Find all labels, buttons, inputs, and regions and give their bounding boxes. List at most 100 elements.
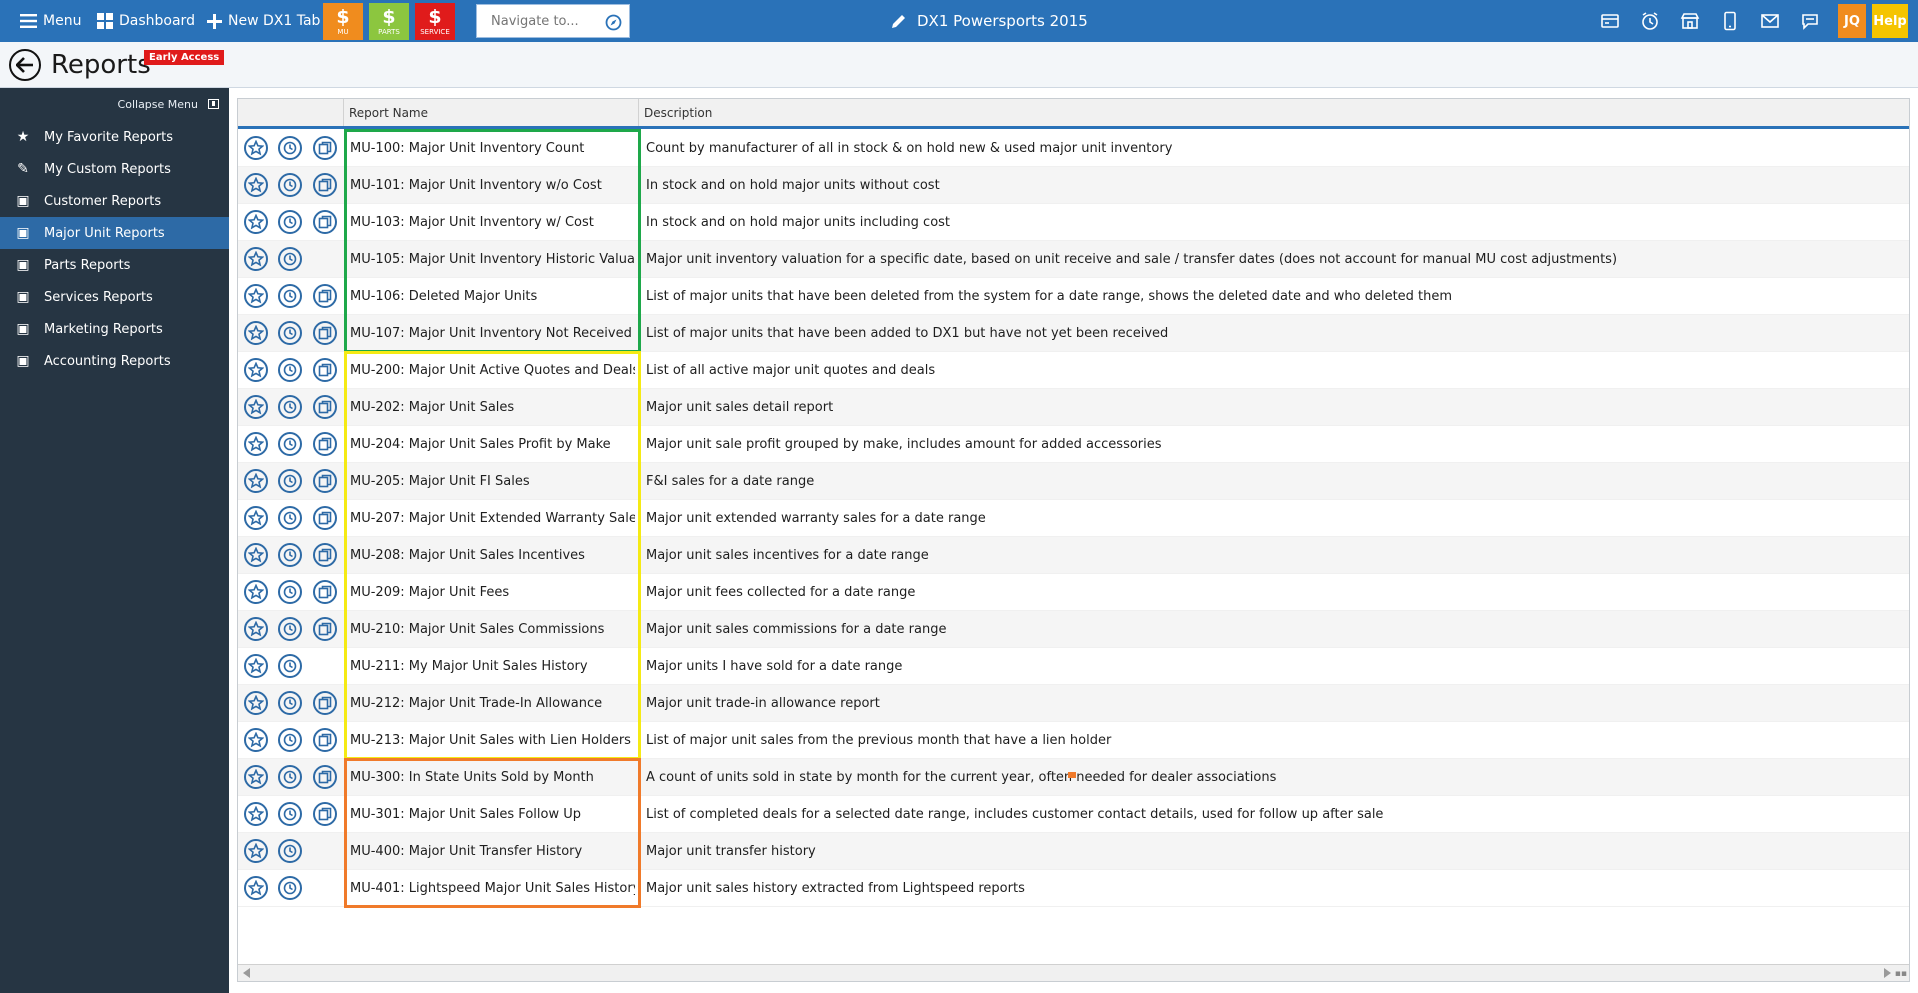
sidebar-item-accounting-reports[interactable]: ▣ Accounting Reports [0, 345, 229, 377]
alarm-clock-icon[interactable] [1640, 11, 1660, 31]
report-name-column-header[interactable]: Report Name [344, 99, 639, 126]
favorite-star-icon[interactable] [244, 173, 268, 197]
report-name-cell[interactable]: MU-211: My Major Unit Sales History [350, 648, 635, 685]
schedule-clock-icon[interactable] [278, 432, 302, 456]
report-name-cell[interactable]: MU-101: Major Unit Inventory w/o Cost [350, 167, 635, 204]
new-tab-button[interactable]: New DX1 Tab [207, 0, 320, 42]
favorite-star-icon[interactable] [244, 654, 268, 678]
table-row[interactable]: MU-210: Major Unit Sales Commissions Majo… [238, 611, 1909, 648]
copy-report-icon[interactable] [313, 802, 337, 826]
report-name-cell[interactable]: MU-204: Major Unit Sales Profit by Make [350, 426, 635, 463]
table-row[interactable]: MU-401: Lightspeed Major Unit Sales Hist… [238, 870, 1909, 907]
schedule-clock-icon[interactable] [278, 765, 302, 789]
schedule-clock-icon[interactable] [278, 136, 302, 160]
table-row[interactable]: MU-211: My Major Unit Sales History Major… [238, 648, 1909, 685]
app-parts-button[interactable]: $ PARTS [369, 3, 409, 40]
schedule-clock-icon[interactable] [278, 543, 302, 567]
scroll-right-arrow-icon[interactable] [1884, 968, 1891, 978]
table-row[interactable]: MU-209: Major Unit Fees Major unit fees c… [238, 574, 1909, 611]
sidebar-item-my-custom-reports[interactable]: ✎ My Custom Reports [0, 153, 229, 185]
report-name-cell[interactable]: MU-205: Major Unit FI Sales [350, 463, 635, 500]
report-name-cell[interactable]: MU-105: Major Unit Inventory Historic Va… [350, 241, 635, 278]
report-name-cell[interactable]: MU-212: Major Unit Trade-In Allowance [350, 685, 635, 722]
report-name-cell[interactable]: MU-209: Major Unit Fees [350, 574, 635, 611]
favorite-star-icon[interactable] [244, 247, 268, 271]
chat-icon[interactable] [1800, 11, 1820, 31]
favorite-star-icon[interactable] [244, 580, 268, 604]
report-name-cell[interactable]: MU-202: Major Unit Sales [350, 389, 635, 426]
report-name-cell[interactable]: MU-400: Major Unit Transfer History [350, 833, 635, 870]
table-row[interactable]: MU-301: Major Unit Sales Follow Up List o… [238, 796, 1909, 833]
favorite-star-icon[interactable] [244, 728, 268, 752]
horizontal-scrollbar[interactable]: ▪▪ [238, 964, 1909, 981]
schedule-clock-icon[interactable] [278, 728, 302, 752]
back-button[interactable] [9, 49, 41, 81]
favorite-star-icon[interactable] [244, 210, 268, 234]
copy-report-icon[interactable] [313, 469, 337, 493]
report-name-cell[interactable]: MU-300: In State Units Sold by Month [350, 759, 635, 796]
copy-report-icon[interactable] [313, 210, 337, 234]
copy-report-icon[interactable] [313, 321, 337, 345]
register-icon[interactable] [1600, 11, 1620, 31]
report-name-cell[interactable]: MU-208: Major Unit Sales Incentives [350, 537, 635, 574]
report-name-cell[interactable]: MU-401: Lightspeed Major Unit Sales Hist… [350, 870, 635, 907]
mobile-phone-icon[interactable] [1720, 11, 1740, 31]
schedule-clock-icon[interactable] [278, 210, 302, 234]
schedule-clock-icon[interactable] [278, 247, 302, 271]
favorite-star-icon[interactable] [244, 802, 268, 826]
help-button[interactable]: Help [1872, 4, 1908, 38]
favorite-star-icon[interactable] [244, 876, 268, 900]
schedule-clock-icon[interactable] [278, 506, 302, 530]
schedule-clock-icon[interactable] [278, 691, 302, 715]
report-name-cell[interactable]: MU-213: Major Unit Sales with Lien Holde… [350, 722, 635, 759]
report-name-cell[interactable]: MU-106: Deleted Major Units [350, 278, 635, 315]
table-row[interactable]: MU-106: Deleted Major Units List of major… [238, 278, 1909, 315]
schedule-clock-icon[interactable] [278, 839, 302, 863]
store-icon[interactable] [1680, 11, 1700, 31]
favorite-star-icon[interactable] [244, 691, 268, 715]
schedule-clock-icon[interactable] [278, 284, 302, 308]
copy-report-icon[interactable] [313, 728, 337, 752]
favorite-star-icon[interactable] [244, 432, 268, 456]
user-avatar[interactable]: JQ [1838, 4, 1866, 38]
favorite-star-icon[interactable] [244, 395, 268, 419]
navigate-input[interactable] [491, 14, 601, 29]
report-name-cell[interactable]: MU-207: Major Unit Extended Warranty Sal… [350, 500, 635, 537]
copy-report-icon[interactable] [313, 395, 337, 419]
sidebar-item-my-favorite-reports[interactable]: ★ My Favorite Reports [0, 121, 229, 153]
table-row[interactable]: MU-204: Major Unit Sales Profit by Make M… [238, 426, 1909, 463]
menu-button[interactable]: Menu [20, 0, 81, 42]
schedule-clock-icon[interactable] [278, 173, 302, 197]
collapse-menu-button[interactable]: Collapse Menu [0, 93, 229, 115]
compass-icon[interactable] [605, 14, 622, 31]
table-row[interactable]: MU-100: Major Unit Inventory Count Count … [238, 130, 1909, 167]
report-name-cell[interactable]: MU-210: Major Unit Sales Commissions [350, 611, 635, 648]
schedule-clock-icon[interactable] [278, 358, 302, 382]
copy-report-icon[interactable] [313, 617, 337, 641]
favorite-star-icon[interactable] [244, 543, 268, 567]
table-row[interactable]: MU-202: Major Unit Sales Major unit sales… [238, 389, 1909, 426]
sidebar-item-parts-reports[interactable]: ▣ Parts Reports [0, 249, 229, 281]
schedule-clock-icon[interactable] [278, 617, 302, 641]
copy-report-icon[interactable] [313, 580, 337, 604]
schedule-clock-icon[interactable] [278, 654, 302, 678]
table-row[interactable]: MU-213: Major Unit Sales with Lien Holde… [238, 722, 1909, 759]
schedule-clock-icon[interactable] [278, 395, 302, 419]
favorite-star-icon[interactable] [244, 469, 268, 493]
report-name-cell[interactable]: MU-100: Major Unit Inventory Count [350, 130, 635, 167]
schedule-clock-icon[interactable] [278, 876, 302, 900]
favorite-star-icon[interactable] [244, 617, 268, 641]
sidebar-item-marketing-reports[interactable]: ▣ Marketing Reports [0, 313, 229, 345]
schedule-clock-icon[interactable] [278, 580, 302, 604]
sidebar-item-major-unit-reports[interactable]: ▣ Major Unit Reports [0, 217, 229, 249]
mail-icon[interactable] [1760, 11, 1780, 31]
copy-report-icon[interactable] [313, 136, 337, 160]
description-column-header[interactable]: Description [639, 99, 1909, 126]
copy-report-icon[interactable] [313, 543, 337, 567]
table-row[interactable]: MU-207: Major Unit Extended Warranty Sal… [238, 500, 1909, 537]
dashboard-button[interactable]: Dashboard [97, 0, 195, 42]
table-row[interactable]: MU-105: Major Unit Inventory Historic Va… [238, 241, 1909, 278]
schedule-clock-icon[interactable] [278, 469, 302, 493]
table-row[interactable]: MU-101: Major Unit Inventory w/o Cost In … [238, 167, 1909, 204]
sidebar-item-services-reports[interactable]: ▣ Services Reports [0, 281, 229, 313]
